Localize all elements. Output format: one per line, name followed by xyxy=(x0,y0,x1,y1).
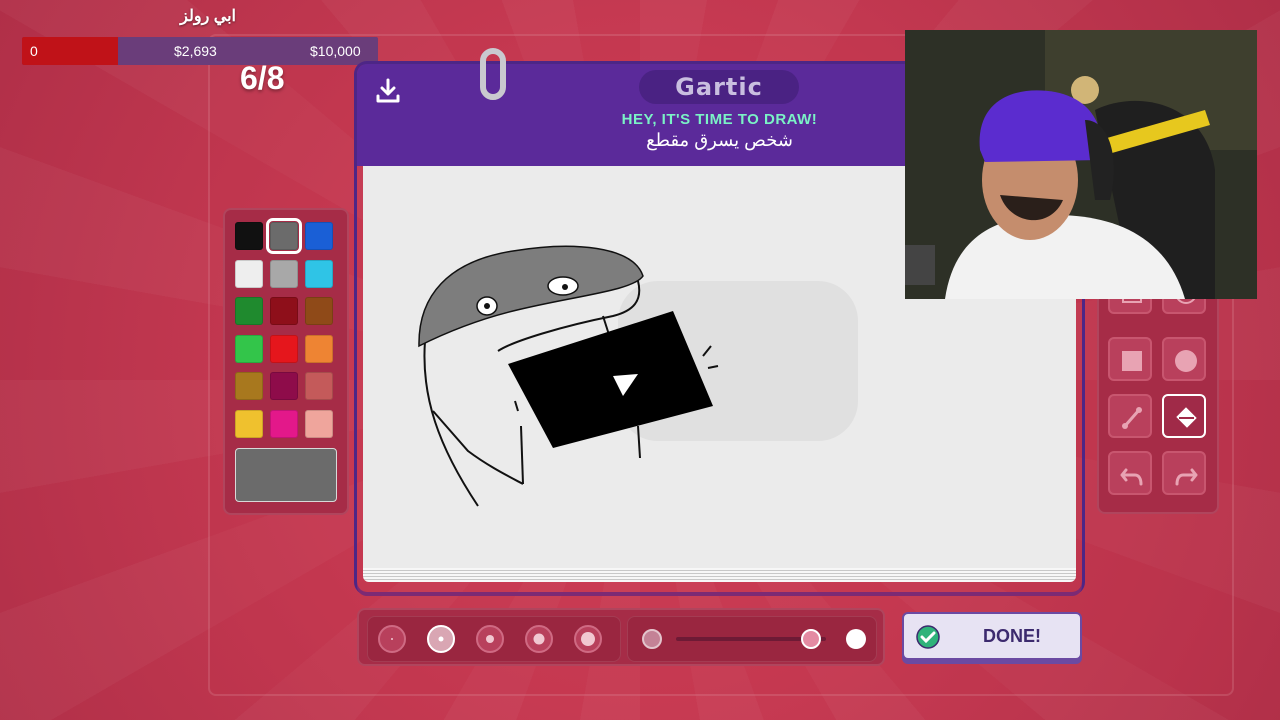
opacity-high-icon xyxy=(846,629,866,649)
brush-size-button[interactable] xyxy=(378,625,406,653)
color-swatch[interactable] xyxy=(305,297,333,325)
line-icon xyxy=(1122,407,1142,429)
circle-filled-tool-button[interactable] xyxy=(1162,337,1206,381)
streamer-name: ابي رولز xyxy=(180,8,236,25)
brush-size-button[interactable] xyxy=(476,625,504,653)
brush-options-bar xyxy=(357,608,885,666)
notebook-ring xyxy=(480,48,506,100)
opacity-slider-knob[interactable] xyxy=(801,629,821,649)
color-swatch[interactable] xyxy=(235,297,263,325)
color-swatch[interactable] xyxy=(235,222,263,250)
line-tool-button[interactable] xyxy=(1108,394,1152,438)
opacity-low-icon xyxy=(642,629,662,649)
redo-tool-button[interactable] xyxy=(1162,451,1206,495)
check-icon xyxy=(916,625,940,649)
donation-goal: $10,000 xyxy=(310,43,361,59)
color-swatch[interactable] xyxy=(305,372,333,400)
color-swatch[interactable] xyxy=(305,222,333,250)
color-palette xyxy=(223,208,349,515)
color-swatch[interactable] xyxy=(270,334,298,363)
download-icon xyxy=(376,78,400,103)
done-button[interactable]: DONE! xyxy=(902,612,1082,660)
done-label: DONE! xyxy=(983,626,1041,646)
undo-icon xyxy=(1120,468,1143,486)
donation-current: 0 xyxy=(30,43,38,59)
current-color-swatch xyxy=(235,448,337,502)
rectangle-filled-icon xyxy=(1122,351,1142,371)
color-swatch[interactable] xyxy=(235,372,263,400)
tools-panel xyxy=(1097,282,1219,514)
redo-icon xyxy=(1175,468,1198,486)
color-swatch[interactable] xyxy=(305,409,333,438)
round-counter: 6/8 xyxy=(240,60,285,96)
color-swatch[interactable] xyxy=(270,372,298,400)
donation-mid: $2,693 xyxy=(174,43,217,59)
color-swatch[interactable] xyxy=(235,409,263,438)
brush-size-group xyxy=(367,616,621,662)
streamer-video xyxy=(905,30,1257,299)
notebook-page-edge xyxy=(363,568,1076,582)
color-swatch[interactable] xyxy=(266,218,302,254)
color-swatch[interactable] xyxy=(270,297,298,325)
brush-size-button[interactable] xyxy=(574,625,602,653)
gartic-logo: Gartic xyxy=(639,70,799,104)
circle-filled-icon xyxy=(1175,350,1197,372)
webcam-feed xyxy=(905,30,1257,299)
color-swatch[interactable] xyxy=(305,259,333,288)
color-swatch[interactable] xyxy=(235,259,263,288)
opacity-group xyxy=(627,616,877,662)
undo-tool-button[interactable] xyxy=(1108,451,1152,495)
color-swatch[interactable] xyxy=(235,334,263,363)
fill-bucket-tool-button[interactable] xyxy=(1162,394,1206,438)
fill-bucket-icon xyxy=(1176,407,1197,428)
color-swatch[interactable] xyxy=(270,409,298,438)
color-swatch[interactable] xyxy=(305,334,333,363)
rectangle-filled-tool-button[interactable] xyxy=(1108,337,1152,381)
color-swatch[interactable] xyxy=(270,259,298,288)
brush-size-button[interactable] xyxy=(427,625,455,653)
download-button[interactable] xyxy=(373,76,403,106)
donation-progress-bar: 0 $2,693 $10,000 xyxy=(22,37,378,65)
brush-size-button[interactable] xyxy=(525,625,553,653)
